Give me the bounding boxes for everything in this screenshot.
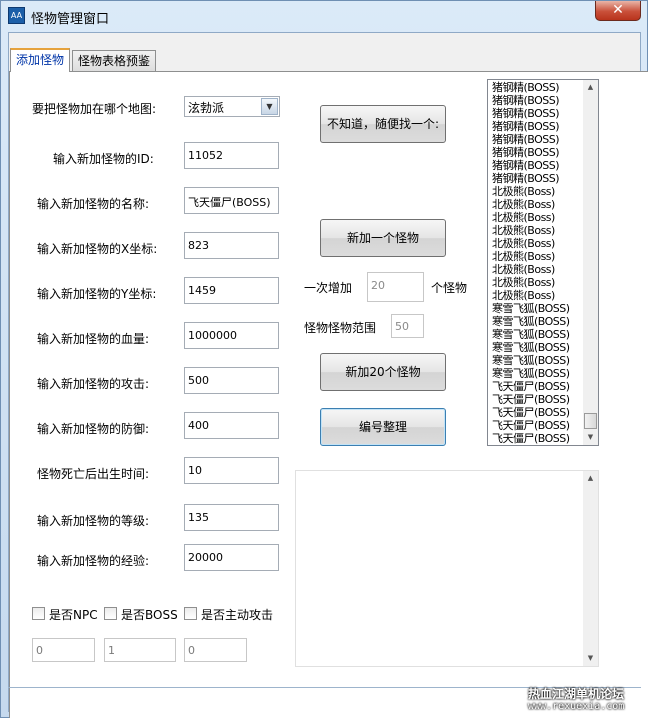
monster-list-item[interactable]: 飞天僵尸(BOSS) — [489, 432, 583, 445]
monster-list-item[interactable]: 北极熊(Boss) — [489, 276, 583, 289]
monster-list-item[interactable]: 北极熊(Boss) — [489, 198, 583, 211]
monster-list-item[interactable]: 猪钢精(BOSS) — [489, 94, 583, 107]
scroll-down-icon[interactable]: ▼ — [583, 651, 598, 666]
id-label: 输入新加怪物的ID: — [53, 152, 154, 166]
name-label: 输入新加怪物的名称: — [37, 197, 150, 211]
monster-list-item[interactable]: 猪钢精(BOSS) — [489, 172, 583, 185]
output-textarea[interactable]: ▲ ▼ — [295, 470, 599, 667]
aggressive-checkbox-label: 是否主动攻击 — [201, 608, 274, 622]
npc-checkbox-label: 是否NPC — [49, 608, 98, 622]
hp-label: 输入新加怪物的血量: — [37, 332, 150, 346]
monster-list-item[interactable]: 北极熊(Boss) — [489, 185, 583, 198]
monster-list-item[interactable]: 飞天僵尸(BOSS) — [489, 380, 583, 393]
monster-list-item[interactable]: 飞天僵尸(BOSS) — [489, 445, 583, 446]
monster-list-item[interactable]: 北极熊(Boss) — [489, 263, 583, 276]
x-coord-input[interactable]: 823 — [184, 232, 279, 259]
defense-input[interactable]: 400 — [184, 412, 279, 439]
monster-list-item[interactable]: 北极熊(Boss) — [489, 237, 583, 250]
monster-list-item[interactable]: 猪钢精(BOSS) — [489, 133, 583, 146]
add-one-monster-button[interactable]: 新加一个怪物 — [320, 219, 446, 257]
monster-list-item[interactable]: 寒雪飞狐(BOSS) — [489, 367, 583, 380]
monster-list-item[interactable]: 北极熊(Boss) — [489, 211, 583, 224]
monster-list-item[interactable]: 北极熊(Boss) — [489, 289, 583, 302]
boss-checkbox-label: 是否BOSS — [121, 608, 178, 622]
scroll-up-icon[interactable]: ▲ — [583, 471, 598, 486]
renumber-button[interactable]: 编号整理 — [320, 408, 446, 446]
window-title: 怪物管理窗口 — [31, 12, 110, 27]
close-button[interactable]: ✕ — [595, 1, 641, 21]
monster-list-item[interactable]: 寒雪飞狐(BOSS) — [489, 315, 583, 328]
monster-list-item[interactable]: 飞天僵尸(BOSS) — [489, 419, 583, 432]
monster-list-item[interactable]: 猪钢精(BOSS) — [489, 107, 583, 120]
monster-list-item[interactable]: 北极熊(Boss) — [489, 250, 583, 263]
npc-checkbox[interactable] — [32, 607, 45, 620]
level-input[interactable]: 135 — [184, 504, 279, 531]
monster-list-item[interactable]: 猪钢精(BOSS) — [489, 81, 583, 94]
random-map-button[interactable]: 不知道，随便找一个: — [320, 105, 446, 143]
scroll-up-icon[interactable]: ▲ — [583, 80, 598, 95]
defense-label: 输入新加怪物的防御: — [37, 422, 150, 436]
range-input[interactable]: 50 — [391, 314, 424, 338]
monster-list-item[interactable]: 寒雪飞狐(BOSS) — [489, 302, 583, 315]
monster-list-item[interactable]: 猪钢精(BOSS) — [489, 159, 583, 172]
aggressive-checkbox[interactable] — [184, 607, 197, 620]
add-twenty-monsters-button[interactable]: 新加20个怪物 — [320, 353, 446, 391]
npc-flag-input[interactable]: 0 — [32, 638, 95, 662]
close-icon: ✕ — [612, 2, 624, 18]
boss-checkbox[interactable] — [104, 607, 117, 620]
monster-unit-label: 个怪物 — [431, 281, 468, 295]
attack-input[interactable]: 500 — [184, 367, 279, 394]
title-bar[interactable]: AA 怪物管理窗口 ✕ — [1, 1, 647, 33]
monster-list-item[interactable]: 寒雪飞狐(BOSS) — [489, 328, 583, 341]
level-label: 输入新加怪物的等级: — [37, 514, 150, 528]
once-add-label: 一次增加 — [304, 281, 353, 295]
respawn-input[interactable]: 10 — [184, 457, 279, 484]
map-label: 要把怪物加在哪个地图: — [32, 102, 157, 116]
output-scrollbar[interactable]: ▲ ▼ — [583, 471, 598, 666]
monster-list-item[interactable]: 寒雪飞狐(BOSS) — [489, 354, 583, 367]
tab-add-monster[interactable]: 添加怪物 — [10, 48, 71, 72]
once-add-input[interactable]: 20 — [367, 272, 424, 302]
monster-list-items: 猪钢精(BOSS) 猪钢精(BOSS) 猪钢精(BOSS) 猪钢精(BOSS) 猪钢精(… — [489, 81, 583, 446]
attack-label: 输入新加怪物的攻击: — [37, 377, 150, 391]
exp-label: 输入新加怪物的经验: — [37, 554, 150, 568]
aggressive-flag-input[interactable]: 0 — [184, 638, 247, 662]
hp-input[interactable]: 1000000 — [184, 322, 279, 349]
scroll-thumb[interactable] — [584, 413, 597, 429]
monster-list-item[interactable]: 北极熊(Boss) — [489, 224, 583, 237]
tab-monster-table-preview[interactable]: 怪物表格预鉴 — [72, 50, 157, 72]
respawn-label: 怪物死亡后出生时间: — [37, 467, 150, 481]
id-input[interactable]: 11052 — [184, 142, 279, 169]
monster-list-item[interactable]: 飞天僵尸(BOSS) — [489, 406, 583, 419]
range-label: 怪物怪物范围 — [304, 321, 377, 335]
x-coord-label: 输入新加怪物的X坐标: — [37, 242, 158, 256]
monster-list-item[interactable]: 猪钢精(BOSS) — [489, 146, 583, 159]
watermark-url: www.rexuexia.com — [528, 701, 625, 712]
boss-flag-input[interactable]: 1 — [104, 638, 176, 662]
monster-list-item[interactable]: 飞天僵尸(BOSS) — [489, 393, 583, 406]
chevron-down-icon[interactable]: ▼ — [261, 98, 278, 115]
y-coord-input[interactable]: 1459 — [184, 277, 279, 304]
monster-list[interactable]: 猪钢精(BOSS) 猪钢精(BOSS) 猪钢精(BOSS) 猪钢精(BOSS) 猪钢精(… — [487, 79, 599, 446]
scroll-down-icon[interactable]: ▼ — [583, 430, 598, 445]
monster-list-item[interactable]: 猪钢精(BOSS) — [489, 120, 583, 133]
y-coord-label: 输入新加怪物的Y坐标: — [37, 287, 157, 301]
map-select[interactable]: 泫勃派 ▼ — [184, 96, 280, 117]
map-select-value: 泫勃派 — [188, 101, 225, 115]
exp-input[interactable]: 20000 — [184, 544, 279, 571]
name-input[interactable]: 飞天僵尸(BOSS) — [184, 187, 279, 214]
monster-list-scrollbar[interactable]: ▲ ▼ — [583, 80, 598, 445]
watermark-text: 热血江湖单机论坛 — [528, 687, 625, 701]
monster-manager-window: AA 怪物管理窗口 ✕ 添加怪物 怪物表格预鉴 要把怪物加在哪个地图: 泫勃派 … — [0, 0, 648, 718]
monster-list-item[interactable]: 寒雪飞狐(BOSS) — [489, 341, 583, 354]
app-icon: AA — [8, 7, 25, 24]
